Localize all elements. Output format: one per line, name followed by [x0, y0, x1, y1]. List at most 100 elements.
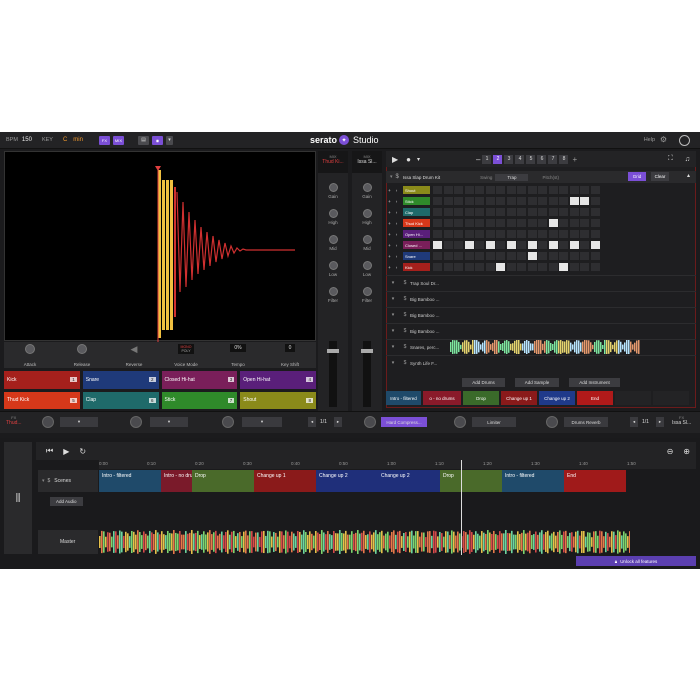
low-knob-group[interactable]: Low — [352, 259, 382, 277]
step-cell[interactable] — [454, 252, 463, 260]
grid-button[interactable]: Grid — [628, 172, 646, 181]
gear-icon[interactable]: ⚙ — [660, 135, 667, 144]
gain-knob-group[interactable]: Gain — [352, 181, 382, 199]
filter-knob[interactable] — [362, 287, 372, 296]
step-cell[interactable] — [485, 241, 495, 249]
sample-row[interactable]: ▾ $ Trap Soul Dr... — [386, 275, 696, 290]
step-cell[interactable] — [485, 197, 495, 205]
step-cell[interactable] — [590, 219, 600, 227]
help-menu[interactable]: Help — [644, 137, 655, 143]
timeline-ruler[interactable]: 0:00 0:10 0:20 0:30 0:40 0:50 1:00 1:10 1:20 1:30… — [99, 460, 696, 469]
step-cell[interactable] — [443, 186, 453, 194]
step-cell[interactable] — [454, 263, 463, 271]
step-cell[interactable] — [569, 186, 579, 194]
pad-stick[interactable]: Stick 7 — [161, 391, 238, 409]
drum-expand-icon[interactable]: › — [393, 265, 400, 270]
step-cell[interactable] — [496, 219, 505, 227]
step-cell[interactable] — [443, 230, 453, 238]
drum-plus-icon[interactable]: + — [386, 188, 393, 193]
drum-plus-icon[interactable]: + — [386, 254, 393, 259]
drum-expand-icon[interactable]: › — [393, 221, 400, 226]
playhead[interactable] — [461, 460, 462, 555]
drum-plus-icon[interactable]: + — [386, 210, 393, 215]
step-cell[interactable] — [538, 241, 547, 249]
scene-clip[interactable]: Intro - filtered — [99, 470, 161, 492]
fullscreen-icon[interactable]: ⛶ — [668, 155, 673, 163]
tempo-value[interactable]: 0% — [230, 344, 246, 352]
key-value[interactable]: C — [63, 137, 67, 143]
bpm-value[interactable]: 150 — [22, 137, 32, 143]
step-cell[interactable] — [485, 252, 495, 260]
step-cell[interactable] — [559, 230, 568, 238]
step-cell[interactable] — [506, 230, 516, 238]
step-cell[interactable] — [527, 230, 537, 238]
scene-clip[interactable]: Change up 1 — [254, 470, 316, 492]
step-cell[interactable] — [443, 241, 453, 249]
zoom-in-icon[interactable]: ⊕ — [683, 447, 690, 456]
step-cell[interactable] — [517, 219, 526, 227]
pad-snare[interactable]: Snare 2 — [82, 371, 159, 389]
step-cell[interactable] — [485, 230, 495, 238]
reverse-control[interactable]: ◀ Reverse — [108, 342, 160, 368]
step-cell[interactable] — [559, 186, 568, 194]
drum-label[interactable]: Closed ... — [403, 241, 430, 249]
pattern-button[interactable]: 1 — [482, 154, 492, 164]
scene-button[interactable]: Change up 1 — [501, 391, 537, 405]
step-cell[interactable] — [548, 219, 558, 227]
chevron-down-icon[interactable]: ▾ — [165, 135, 173, 145]
fx-next-icon[interactable]: ▸ — [334, 417, 342, 427]
step-cell[interactable] — [580, 252, 589, 260]
step-cell[interactable] — [433, 208, 442, 216]
step-cell[interactable] — [506, 208, 516, 216]
high-knob[interactable] — [328, 209, 338, 218]
export-icon[interactable]: ◉ — [151, 135, 163, 145]
step-cell[interactable] — [475, 241, 484, 249]
step-cell[interactable] — [580, 197, 589, 205]
step-cell[interactable] — [590, 197, 600, 205]
fx-knob[interactable] — [130, 416, 142, 428]
step-cell[interactable] — [527, 208, 537, 216]
sample-row[interactable]: ▾ $ Big Bamboo ... — [386, 307, 696, 322]
step-cell[interactable] — [454, 230, 463, 238]
scene-clip[interactable]: Change up 2 — [316, 470, 378, 492]
record-icon[interactable]: ● — [406, 155, 411, 164]
plus-icon[interactable]: + — [572, 155, 577, 164]
sample-clip-waveform[interactable] — [450, 340, 640, 354]
step-cell[interactable] — [433, 252, 442, 260]
step-cell[interactable] — [590, 252, 600, 260]
step-cell[interactable] — [454, 219, 463, 227]
add-audio-button[interactable]: Add Audio — [50, 497, 83, 506]
unlock-features-button[interactable]: 🔒︎ Unlock all features — [576, 556, 696, 566]
pattern-button[interactable]: 5 — [526, 154, 536, 164]
gain-knob[interactable] — [328, 183, 338, 192]
high-knob-group[interactable]: High — [352, 207, 382, 225]
add-drums-button[interactable]: Add Drums — [462, 377, 505, 387]
pad-closed-hihat[interactable]: Closed Hi-hat 3 — [161, 371, 238, 389]
sample-row[interactable]: ▾ $ Snares, perc... — [386, 339, 696, 354]
pattern-button[interactable]: 3 — [504, 154, 514, 164]
scene-clip[interactable]: Drop — [440, 470, 502, 492]
pad-open-hihat[interactable]: Open Hi-hat 4 — [240, 371, 316, 389]
step-cell[interactable] — [527, 197, 537, 205]
library-icon[interactable]: ▤ — [137, 135, 149, 145]
step-cell[interactable] — [464, 219, 474, 227]
step-cell[interactable] — [559, 241, 568, 249]
empty-scene-slot[interactable] — [653, 391, 689, 405]
step-cell[interactable] — [548, 252, 558, 260]
key-mode[interactable]: min — [73, 137, 83, 143]
step-cell[interactable] — [538, 230, 547, 238]
fx-slot-empty[interactable]: ▾ — [150, 417, 188, 427]
fx-knob[interactable] — [546, 416, 558, 428]
gain-knob-group[interactable]: Gain — [318, 181, 348, 199]
drum-expand-icon[interactable]: › — [393, 243, 400, 248]
step-cell[interactable] — [443, 197, 453, 205]
step-cell[interactable] — [454, 186, 463, 194]
drum-label[interactable]: Shout — [403, 186, 430, 194]
step-cell[interactable] — [475, 230, 484, 238]
drum-label[interactable]: Open Hi... — [403, 230, 430, 238]
pattern-button[interactable]: 7 — [548, 154, 558, 164]
step-cell[interactable] — [485, 208, 495, 216]
step-cell[interactable] — [485, 263, 495, 271]
scene-clip[interactable]: Drop — [192, 470, 254, 492]
step-cell[interactable] — [454, 197, 463, 205]
